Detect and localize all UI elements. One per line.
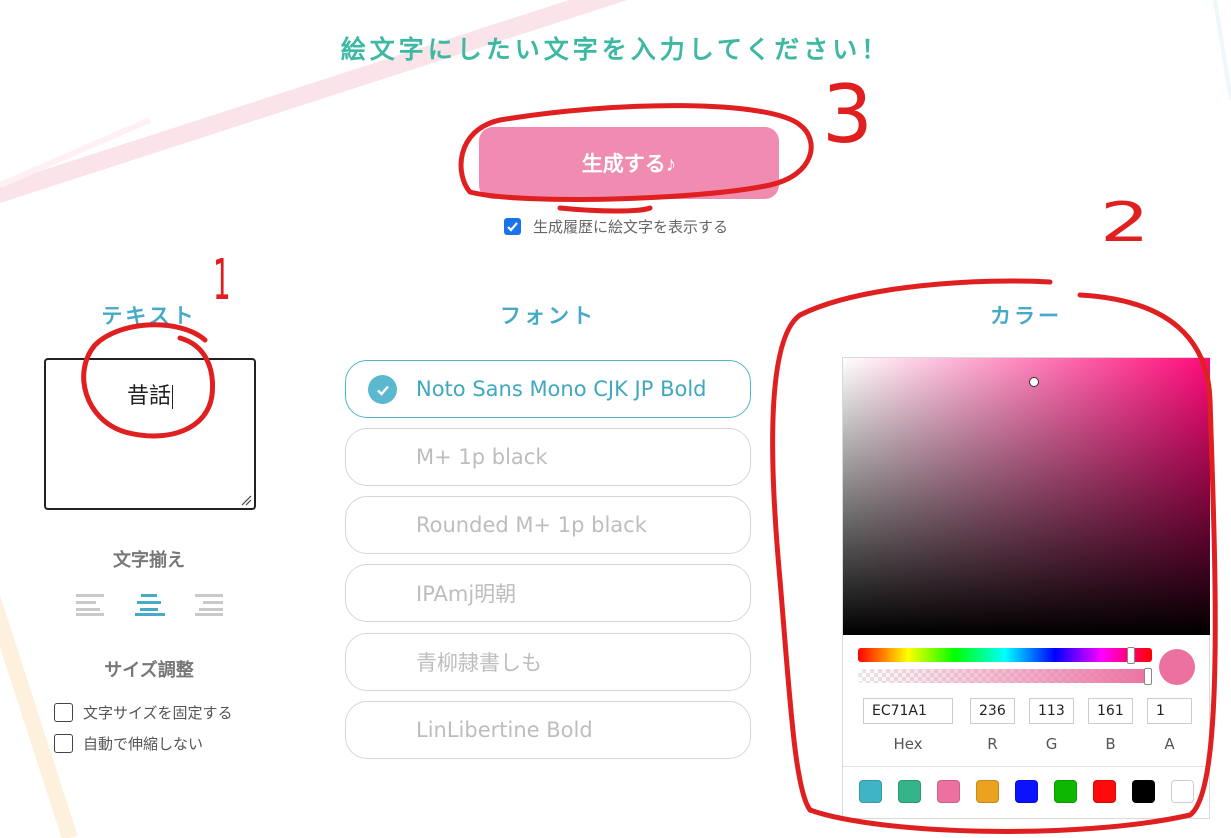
color-swatch[interactable] [1171, 780, 1194, 803]
text-input-value: 昔話 [126, 384, 171, 409]
color-swatch[interactable] [976, 780, 999, 803]
align-left-icon[interactable] [75, 592, 107, 618]
align-center-icon[interactable] [134, 592, 166, 618]
no-stretch-label: 自動で伸縮しない [83, 735, 204, 753]
font-option-label: M+ 1p black [416, 445, 548, 469]
font-option-label: LinLibertine Bold [416, 718, 593, 742]
alpha-slider[interactable] [858, 669, 1152, 683]
hex-input[interactable]: EC71A1 [863, 698, 953, 724]
color-preview-swatch [1159, 649, 1195, 685]
color-swatch[interactable] [1054, 780, 1077, 803]
font-option-label: Rounded M+ 1p black [416, 513, 647, 537]
alignment-title: 文字揃え [113, 550, 185, 571]
resize-handle-icon[interactable] [240, 494, 252, 506]
font-option-ipamj-mincho[interactable]: IPAmj明朝 [345, 564, 751, 622]
annotation-number-3: 3 [822, 68, 873, 161]
font-section-title: フォント [500, 304, 596, 328]
color-swatch[interactable] [937, 780, 960, 803]
saturation-cursor[interactable] [1029, 377, 1039, 387]
annotation-number-2: 2 [1100, 191, 1150, 255]
alpha-label: A [1164, 735, 1175, 753]
color-swatch[interactable] [1015, 780, 1038, 803]
color-swatch[interactable] [859, 780, 882, 803]
fixed-size-label: 文字サイズを固定する [83, 704, 233, 722]
fixed-size-option[interactable]: 文字サイズを固定する [54, 702, 233, 723]
annotation-number-1: 1 [212, 248, 231, 313]
history-checkbox-label: 生成履歴に絵文字を表示する [533, 218, 729, 236]
size-adjust-title: サイズ調整 [104, 660, 194, 681]
hue-slider[interactable] [858, 648, 1152, 662]
red-input[interactable]: 236 [970, 698, 1015, 724]
text-input[interactable]: 昔話 [44, 358, 256, 510]
fixed-size-checkbox[interactable] [54, 703, 73, 722]
swatch-divider [843, 766, 1210, 767]
hex-label: Hex [893, 735, 923, 753]
no-stretch-checkbox[interactable] [54, 734, 73, 753]
font-option-rounded-mplus[interactable]: Rounded M+ 1p black [345, 496, 751, 554]
font-option-label: IPAmj明朝 [416, 582, 517, 606]
color-swatch[interactable] [1093, 780, 1116, 803]
font-option-aoyagi-reisho[interactable]: 青柳隷書しも [345, 633, 751, 691]
alpha-input[interactable]: 1 [1147, 698, 1192, 724]
history-option[interactable]: 生成履歴に絵文字を表示する [504, 216, 728, 237]
green-input[interactable]: 113 [1029, 698, 1074, 724]
generate-button[interactable]: 生成する♪ [479, 127, 779, 199]
red-label: R [987, 735, 998, 753]
green-label: G [1045, 735, 1058, 753]
font-option-mplus-1p-black[interactable]: M+ 1p black [345, 428, 751, 486]
color-swatch[interactable] [1132, 780, 1155, 803]
blue-input[interactable]: 161 [1088, 698, 1133, 724]
blue-label: B [1105, 735, 1116, 753]
font-option-label: 青柳隷書しも [416, 651, 542, 675]
alpha-slider-thumb[interactable] [1144, 668, 1152, 685]
saturation-value-area[interactable] [843, 358, 1210, 635]
page-headline: 絵文字にしたい文字を入力してください！ [340, 35, 891, 64]
color-section-title: カラー [990, 304, 1062, 328]
history-checkbox[interactable] [504, 218, 521, 235]
font-option-label: Noto Sans Mono CJK JP Bold [416, 377, 707, 401]
hue-slider-thumb[interactable] [1127, 647, 1136, 664]
align-right-icon[interactable] [193, 592, 225, 618]
checkmark-icon [507, 222, 518, 232]
font-option-noto-sans-mono[interactable]: Noto Sans Mono CJK JP Bold [345, 360, 751, 418]
text-caret [172, 385, 173, 409]
color-swatch[interactable] [898, 780, 921, 803]
selected-check-icon [368, 375, 397, 404]
font-option-linlibertine-bold[interactable]: LinLibertine Bold [345, 701, 751, 759]
no-stretch-option[interactable]: 自動で伸縮しない [54, 733, 203, 754]
